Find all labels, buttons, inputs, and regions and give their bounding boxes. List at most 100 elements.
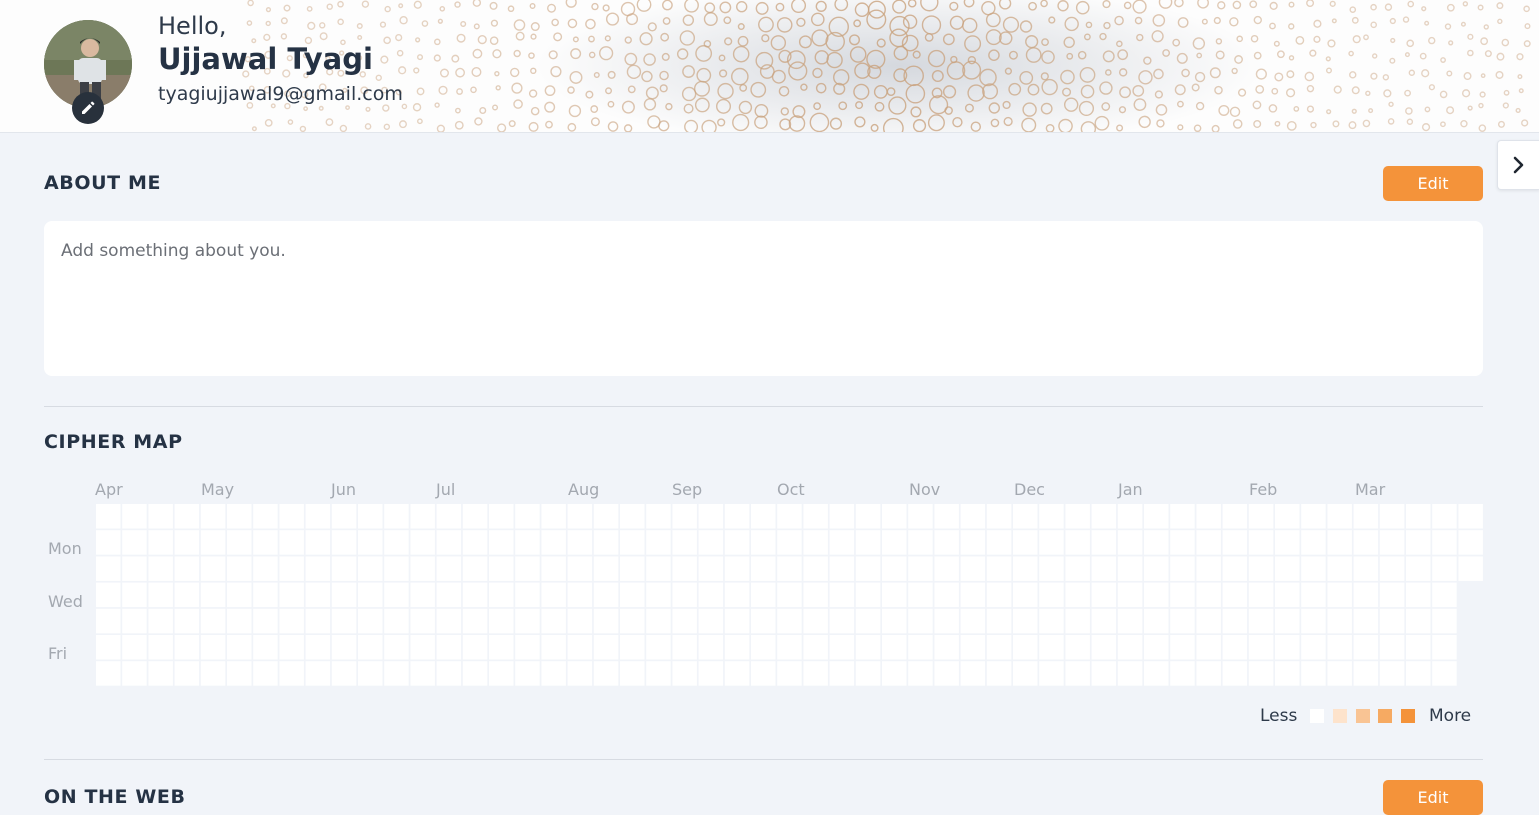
cipher-map-cell[interactable] bbox=[934, 504, 959, 529]
cipher-map-cell[interactable] bbox=[253, 556, 278, 581]
cipher-map-cell[interactable] bbox=[855, 661, 881, 686]
cipher-map-cell[interactable] bbox=[698, 530, 724, 555]
cipher-map-cell[interactable] bbox=[1379, 582, 1405, 608]
cipher-map-cell[interactable] bbox=[358, 556, 383, 581]
cipher-map-cell[interactable] bbox=[1379, 530, 1405, 555]
cipher-map-cell[interactable] bbox=[462, 530, 488, 555]
cipher-map-cell[interactable] bbox=[410, 530, 435, 555]
cipher-map-cell[interactable] bbox=[436, 530, 462, 555]
cipher-map-cell[interactable] bbox=[253, 530, 278, 555]
cipher-map-cell[interactable] bbox=[646, 530, 671, 555]
cipher-map-cell[interactable] bbox=[1170, 635, 1195, 660]
cipher-map-cell[interactable] bbox=[384, 530, 409, 555]
cipher-map-cell[interactable] bbox=[567, 582, 593, 608]
cipher-map-cell[interactable] bbox=[1170, 530, 1195, 555]
cipher-map-cell[interactable] bbox=[436, 582, 462, 608]
cipher-map-cell[interactable] bbox=[1406, 635, 1431, 660]
cipher-map-cell[interactable] bbox=[593, 635, 619, 660]
cipher-map-cell[interactable] bbox=[620, 582, 645, 608]
cipher-map-cell[interactable] bbox=[253, 608, 278, 634]
cipher-map-cell[interactable] bbox=[855, 582, 881, 608]
cipher-map-cell[interactable] bbox=[96, 635, 121, 660]
cipher-map-cell[interactable] bbox=[1458, 530, 1483, 555]
cipher-map-cell[interactable] bbox=[829, 608, 855, 634]
cipher-map-cell[interactable] bbox=[986, 582, 1012, 608]
cipher-map-cell[interactable] bbox=[829, 530, 855, 555]
cipher-map-cell[interactable] bbox=[122, 504, 147, 529]
cipher-map-cell[interactable] bbox=[829, 504, 855, 529]
cipher-map-cell[interactable] bbox=[174, 582, 200, 608]
cipher-map-cell[interactable] bbox=[1117, 530, 1143, 555]
cipher-map-cell[interactable] bbox=[1248, 661, 1274, 686]
cipher-map-cell[interactable] bbox=[305, 504, 331, 529]
cipher-map-cell[interactable] bbox=[1327, 635, 1352, 660]
cipher-map-cell[interactable] bbox=[1275, 556, 1300, 581]
cipher-map-cell[interactable] bbox=[1170, 608, 1195, 634]
cipher-map-cell[interactable] bbox=[567, 635, 593, 660]
cipher-map-cell[interactable] bbox=[593, 582, 619, 608]
cipher-map-cell[interactable] bbox=[1327, 582, 1352, 608]
cipher-map-cell[interactable] bbox=[515, 582, 540, 608]
cipher-map-cell[interactable] bbox=[1353, 556, 1379, 581]
cipher-map-cell[interactable] bbox=[253, 504, 278, 529]
cipher-map-cell[interactable] bbox=[908, 608, 933, 634]
cipher-map-cell[interactable] bbox=[305, 582, 331, 608]
cipher-map-cell[interactable] bbox=[567, 504, 593, 529]
cipher-map-cell[interactable] bbox=[541, 504, 566, 529]
cipher-map-cell[interactable] bbox=[1065, 530, 1090, 555]
cipher-map-cell[interactable] bbox=[777, 556, 802, 581]
cipher-map-cell[interactable] bbox=[1196, 608, 1221, 634]
cipher-map-cell[interactable] bbox=[174, 530, 200, 555]
cipher-map-cell[interactable] bbox=[1013, 661, 1038, 686]
cipher-map-cell[interactable] bbox=[253, 635, 278, 660]
cipher-map-cell[interactable] bbox=[1301, 608, 1326, 634]
cipher-map-cell[interactable] bbox=[1117, 556, 1143, 581]
cipher-map-cell[interactable] bbox=[934, 608, 959, 634]
cipher-map-cell[interactable] bbox=[1117, 582, 1143, 608]
cipher-map-cell[interactable] bbox=[515, 635, 540, 660]
cipher-map-cell[interactable] bbox=[384, 504, 409, 529]
cipher-map-cell[interactable] bbox=[803, 504, 828, 529]
cipher-map-cell[interactable] bbox=[934, 635, 959, 660]
cipher-map-cell[interactable] bbox=[1117, 504, 1143, 529]
cipher-map-cell[interactable] bbox=[122, 530, 147, 555]
cipher-map-cell[interactable] bbox=[777, 530, 802, 555]
cipher-map-cell[interactable] bbox=[1301, 504, 1326, 529]
cipher-map-cell[interactable] bbox=[1379, 635, 1405, 660]
cipher-map-cell[interactable] bbox=[462, 661, 488, 686]
cipher-map-cell[interactable] bbox=[1117, 635, 1143, 660]
cipher-map-cell[interactable] bbox=[646, 661, 671, 686]
cipher-map-cell[interactable] bbox=[672, 608, 697, 634]
cipher-map-cell[interactable] bbox=[305, 661, 331, 686]
cipher-map-cell[interactable] bbox=[462, 582, 488, 608]
cipher-map-cell[interactable] bbox=[1117, 608, 1143, 634]
cipher-map-cell[interactable] bbox=[515, 661, 540, 686]
cipher-map-cell[interactable] bbox=[200, 608, 226, 634]
cipher-map-cell[interactable] bbox=[358, 582, 383, 608]
cipher-map-cell[interactable] bbox=[620, 608, 645, 634]
cipher-map-cell[interactable] bbox=[1353, 530, 1379, 555]
cipher-map-cell[interactable] bbox=[1065, 582, 1090, 608]
about-edit-button[interactable]: Edit bbox=[1383, 166, 1483, 201]
cipher-map-cell[interactable] bbox=[698, 582, 724, 608]
cipher-map-cell[interactable] bbox=[1222, 582, 1248, 608]
cipher-map-cell[interactable] bbox=[1144, 556, 1169, 581]
cipher-map-cell[interactable] bbox=[1013, 582, 1038, 608]
cipher-map-cell[interactable] bbox=[1091, 504, 1117, 529]
cipher-map-cell[interactable] bbox=[1406, 661, 1431, 686]
cipher-map-cell[interactable] bbox=[305, 556, 331, 581]
cipher-map-cell[interactable] bbox=[1327, 504, 1352, 529]
cipher-map-cell[interactable] bbox=[279, 661, 304, 686]
cipher-map-cell[interactable] bbox=[620, 661, 645, 686]
cipher-map-cell[interactable] bbox=[541, 582, 566, 608]
cipher-map-cell[interactable] bbox=[1406, 504, 1431, 529]
cipher-map-cell[interactable] bbox=[698, 556, 724, 581]
cipher-map-cell[interactable] bbox=[148, 530, 173, 555]
cipher-map-cell[interactable] bbox=[541, 635, 566, 660]
cipher-map-cell[interactable] bbox=[384, 556, 409, 581]
cipher-map-cell[interactable] bbox=[882, 661, 907, 686]
cipher-map-cell[interactable] bbox=[174, 556, 200, 581]
cipher-map-cell[interactable] bbox=[174, 608, 200, 634]
cipher-map-cell[interactable] bbox=[1091, 582, 1117, 608]
cipher-map-cell[interactable] bbox=[882, 635, 907, 660]
